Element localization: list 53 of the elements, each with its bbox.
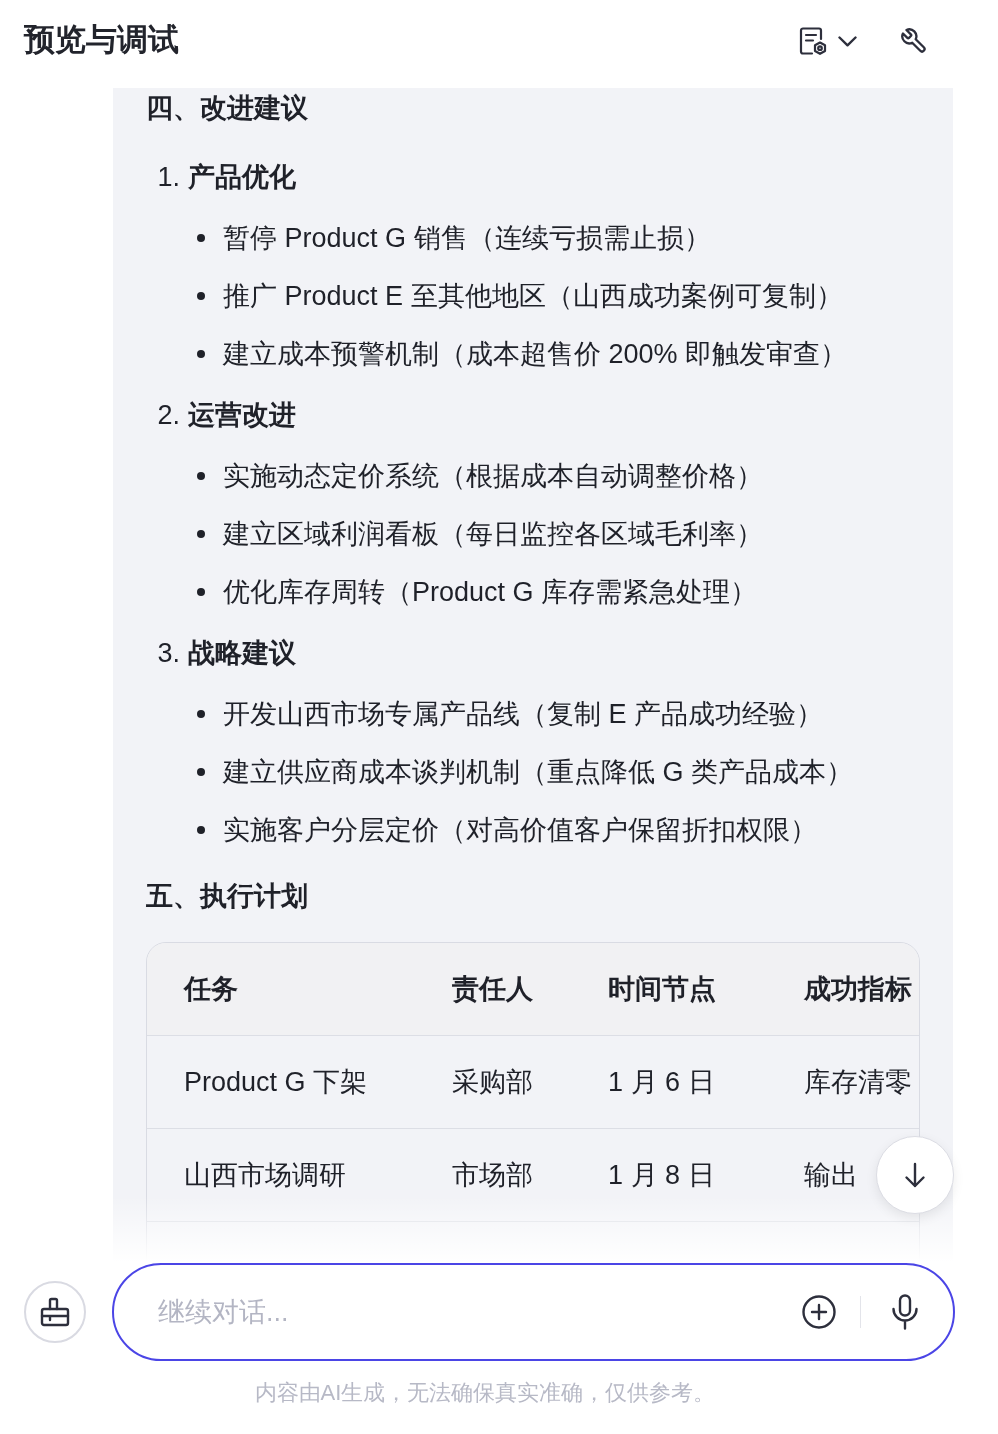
bullet-icon bbox=[197, 472, 205, 480]
list-item-text: 建立成本预警机制（成本超售价 200% 即触发审查） bbox=[223, 338, 848, 371]
list-item-text: 实施动态定价系统（根据成本自动调整价格） bbox=[223, 460, 763, 493]
wrench-icon bbox=[900, 27, 928, 55]
document-gear-icon bbox=[798, 26, 828, 56]
settings-button[interactable] bbox=[900, 27, 928, 55]
table-cell-text: 1 月 6 日 bbox=[608, 1066, 715, 1099]
list-number: 1. bbox=[156, 161, 180, 194]
table-cell-text: 库存清零 bbox=[804, 1066, 912, 1099]
bullet-icon bbox=[197, 234, 205, 242]
section-heading: 五、执行计划 bbox=[146, 880, 309, 913]
bullet-icon bbox=[197, 768, 205, 776]
column-header: 责任人 bbox=[452, 973, 533, 1006]
view-dropdown[interactable] bbox=[798, 26, 857, 56]
microphone-icon bbox=[891, 1294, 919, 1330]
bullet-icon bbox=[197, 350, 205, 358]
bullet-icon bbox=[197, 292, 205, 300]
list-item-text: 实施客户分层定价（对高价值客户保留折扣权限） bbox=[223, 814, 817, 847]
list-item-text: 优化库存周转（Product G 库存需紧急处理） bbox=[223, 576, 758, 609]
bullet-icon bbox=[197, 826, 205, 834]
microphone-button[interactable] bbox=[891, 1294, 919, 1330]
list-item-text: 建立供应商成本谈判机制（重点降低 G 类产品成本） bbox=[223, 756, 853, 789]
chat-input-box[interactable]: 继续对话... bbox=[112, 1263, 955, 1361]
bullet-icon bbox=[197, 588, 205, 596]
list-title: 战略建议 bbox=[188, 637, 296, 670]
table-cell-text: 市场部 bbox=[452, 1159, 533, 1192]
list-item-text: 开发山西市场专属产品线（复制 E 产品成功经验） bbox=[223, 698, 823, 731]
arrow-down-icon bbox=[903, 1162, 927, 1188]
table-cell-text: Product G 下架 bbox=[184, 1066, 368, 1099]
table-cell-text: 输出 bbox=[804, 1159, 858, 1192]
column-header: 成功指标 bbox=[804, 973, 912, 1006]
list-title: 运营改进 bbox=[188, 399, 296, 432]
section-heading: 四、改进建议 bbox=[146, 92, 309, 125]
table-cell-text: 采购部 bbox=[452, 1066, 533, 1099]
list-item-text: 暂停 Product G 销售（连续亏损需止损） bbox=[223, 222, 711, 255]
column-header: 时间节点 bbox=[608, 973, 716, 1006]
list-item-text: 推广 Product E 至其他地区（山西成功案例可复制） bbox=[223, 280, 843, 313]
list-number: 3. bbox=[156, 637, 180, 670]
toolbox-icon bbox=[39, 1296, 71, 1328]
column-header: 任务 bbox=[184, 973, 238, 1006]
page-title: 预览与调试 bbox=[24, 21, 179, 59]
bullet-icon bbox=[197, 530, 205, 538]
list-number: 2. bbox=[156, 399, 180, 432]
message-input[interactable]: 继续对话... bbox=[158, 1292, 762, 1332]
table-cell-text: 1 月 8 日 bbox=[608, 1159, 715, 1192]
disclaimer-text: 内容由AI生成，无法确保真实准确，仅供参考。 bbox=[253, 1379, 717, 1407]
add-button[interactable] bbox=[801, 1295, 836, 1329]
bullet-icon bbox=[197, 710, 205, 718]
list-title: 产品优化 bbox=[188, 161, 296, 194]
list-item-text: 建立区域利润看板（每日监控各区域毛利率） bbox=[223, 518, 763, 551]
plus-circle-icon bbox=[801, 1295, 836, 1329]
chevron-down-icon bbox=[838, 35, 857, 47]
table-cell-text: 山西市场调研 bbox=[184, 1159, 346, 1192]
